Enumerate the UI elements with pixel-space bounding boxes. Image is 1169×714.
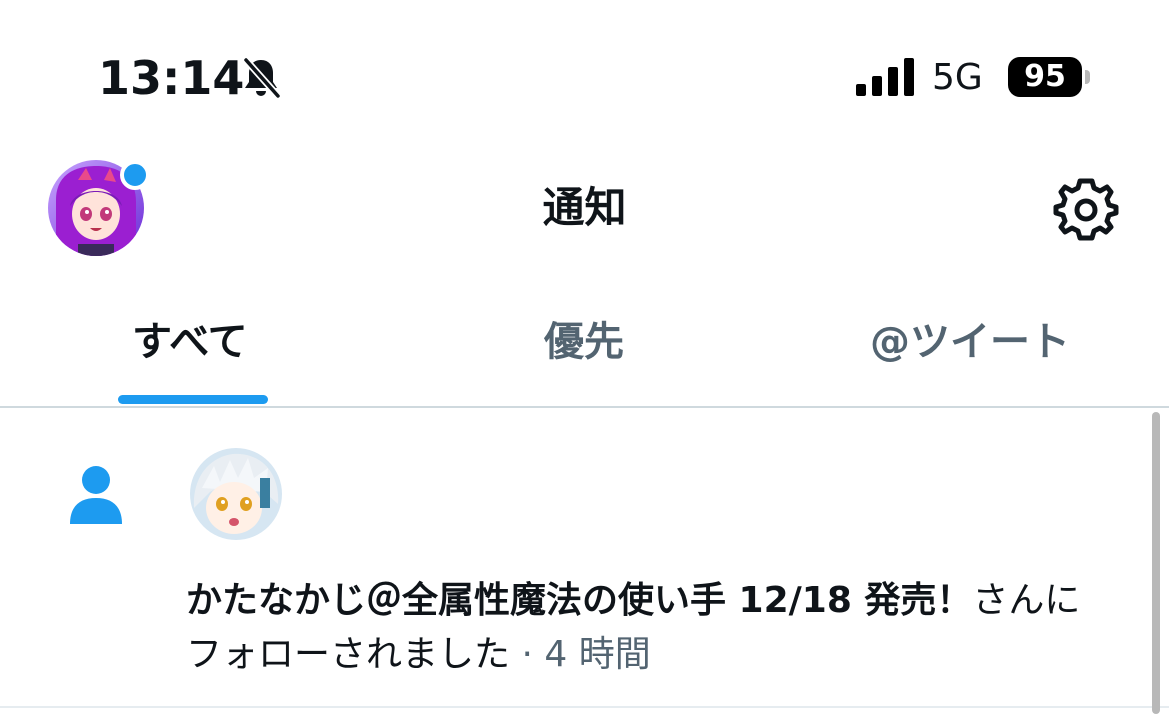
person-icon [70,466,122,524]
follower-avatar-image [190,448,282,540]
tab-mentions[interactable]: @ツイート [870,314,1070,370]
gear-icon[interactable] [1053,176,1119,242]
bell-slash-icon [242,56,282,100]
follower-avatar[interactable] [190,448,282,540]
notifications-screen: 13:14 5G 95 通知 すべて 優先 @ツイート かたなかじ＠全属性魔法の… [0,0,1169,714]
notification-text: かたなかじ＠全属性魔法の使い手 12/18 発売！さんにフォローされました · … [186,574,1116,682]
scrollbar[interactable] [1152,412,1160,714]
divider [0,706,1169,708]
clock: 13:14 [98,51,245,105]
battery-cap [1085,70,1090,84]
battery-indicator: 95 [1008,57,1082,97]
follower-name[interactable]: かたなかじ＠全属性魔法の使い手 12/18 発売！ [186,580,972,621]
cellular-signal-icon [856,58,914,96]
notification-item[interactable]: かたなかじ＠全属性魔法の使い手 12/18 発売！さんにフォローされました · … [0,408,1169,708]
notification-time: 4 時間 [544,634,651,675]
status-bar: 13:14 5G 95 [0,0,1169,120]
tab-bar: すべて 優先 @ツイート [0,290,1169,408]
tab-all[interactable]: すべて [132,314,248,370]
page-title: 通知 [542,183,627,232]
meta-separator: · [510,634,545,675]
tab-priority[interactable]: 優先 [544,314,624,370]
network-type: 5G [932,57,983,98]
header: 通知 [0,150,1169,270]
active-tab-indicator [118,395,268,404]
